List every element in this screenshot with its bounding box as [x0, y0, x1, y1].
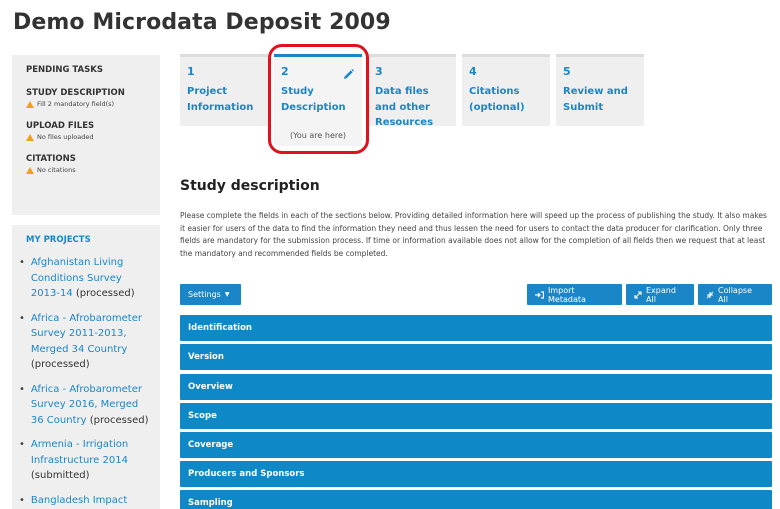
- section-scope[interactable]: Scope: [180, 403, 772, 429]
- project-status: (processed): [75, 288, 135, 299]
- project-status: (processed): [30, 359, 90, 370]
- task-title: UPLOAD FILES: [26, 121, 95, 131]
- task-title: CITATIONS: [26, 154, 76, 164]
- step-label: Project Information: [187, 86, 254, 113]
- caret-down-icon: ▼: [224, 291, 230, 298]
- expand-all-button[interactable]: Expand All: [626, 284, 694, 305]
- task-upload-files[interactable]: UPLOAD FILES No files uploaded: [26, 121, 160, 141]
- collapse-label: Collapse All: [718, 285, 752, 304]
- task-note: Fill 2 mandatory field(s): [37, 100, 115, 108]
- settings-button[interactable]: Settings ▼: [180, 284, 241, 305]
- step-project-information[interactable]: 1 Project Information: [180, 54, 268, 126]
- my-projects-heading[interactable]: MY PROJECTS: [26, 235, 154, 245]
- list-item: • Africa - Afrobarometer Survey 2011-201…: [19, 312, 142, 371]
- step-number: 1: [187, 65, 195, 78]
- collapse-icon: [706, 291, 714, 299]
- expand-icon: [634, 290, 642, 299]
- section-title: Study description: [180, 178, 320, 194]
- pending-tasks-heading: PENDING TASKS: [26, 65, 103, 75]
- project-status: (submitted): [30, 470, 90, 481]
- page-title: Demo Microdata Deposit 2009: [13, 10, 391, 35]
- project-link[interactable]: Africa - Afrobarometer Survey 2011-2013,…: [31, 313, 142, 355]
- step-label: Data files and other Resources: [375, 86, 434, 128]
- section-version[interactable]: Version: [180, 344, 772, 370]
- section-identification[interactable]: Identification: [180, 315, 772, 341]
- list-item: • Armenia - Irrigation Infrastructure 20…: [19, 439, 129, 481]
- warning-icon: [26, 166, 34, 174]
- project-link[interactable]: Armenia - Irrigation Infrastructure 2014: [31, 439, 128, 466]
- task-note: No citations: [37, 166, 76, 174]
- expand-label: Expand All: [646, 285, 676, 304]
- step-data-files[interactable]: 3 Data files and other Resources: [368, 54, 456, 128]
- project-status: (processed): [89, 414, 149, 426]
- step-review-submit[interactable]: 5 Review and Submit: [556, 54, 644, 126]
- step-number: 4: [469, 65, 477, 78]
- step-label: Citations (optional): [469, 86, 525, 113]
- import-metadata-button[interactable]: Import Metadata: [527, 284, 622, 305]
- my-projects-panel: MY PROJECTS • Afghanistan Living Conditi…: [12, 225, 160, 509]
- list-item: • Afghanistan Living Conditions Survey 2…: [19, 257, 135, 299]
- step-number: 5: [563, 65, 571, 78]
- import-icon: [535, 290, 544, 299]
- step-label: Review and Submit: [563, 86, 628, 113]
- pending-tasks-panel: PENDING TASKS STUDY DESCRIPTION Fill 2 m…: [12, 55, 160, 215]
- task-citations[interactable]: CITATIONS No citations: [26, 154, 160, 174]
- section-sampling[interactable]: Sampling: [180, 490, 772, 509]
- task-study-description[interactable]: STUDY DESCRIPTION Fill 2 mandatory field…: [26, 88, 160, 108]
- import-label: Import Metadata: [548, 285, 586, 304]
- task-title: STUDY DESCRIPTION: [26, 88, 125, 98]
- settings-label: Settings: [188, 290, 221, 299]
- section-overview[interactable]: Overview: [180, 374, 772, 400]
- project-link[interactable]: Bangladesh Impact: [31, 495, 127, 506]
- workflow-steps: 1 Project Information 2 Study Description …: [180, 54, 650, 146]
- step-number: 3: [375, 65, 383, 78]
- warning-icon: [26, 100, 34, 108]
- section-coverage[interactable]: Coverage: [180, 432, 772, 458]
- list-item: • Bangladesh Impact: [19, 494, 128, 506]
- active-step-highlight: [268, 44, 369, 154]
- task-note: No files uploaded: [37, 133, 94, 141]
- list-item: • Africa - Afrobarometer Survey 2016, Me…: [19, 383, 149, 426]
- step-citations[interactable]: 4 Citations (optional): [462, 54, 550, 126]
- collapse-all-button[interactable]: Collapse All: [698, 284, 772, 305]
- warning-icon: [26, 133, 34, 141]
- section-intro: Please complete the fields in each of th…: [180, 211, 767, 259]
- section-producers-sponsors[interactable]: Producers and Sponsors: [180, 461, 772, 487]
